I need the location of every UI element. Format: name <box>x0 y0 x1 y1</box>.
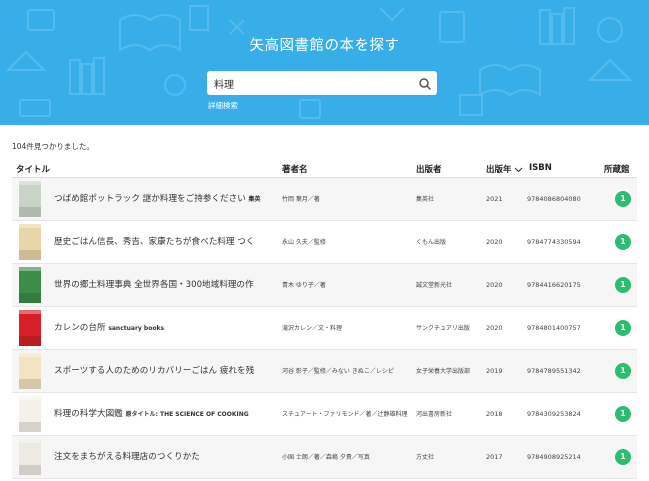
book-isbn: 9784801400757 <box>527 324 581 332</box>
book-cover[interactable] <box>19 396 41 432</box>
book-title[interactable]: 料理の科学大図鑑 原タイトル: THE SCIENCE OF COOKING <box>54 393 282 436</box>
table-row[interactable]: 料理の科学大図鑑 原タイトル: THE SCIENCE OF COOKING スチ… <box>12 393 637 436</box>
holdings-badge[interactable]: 1 <box>615 234 631 250</box>
book-title[interactable]: スポーツする人のためのリカバリーごはん 疲れを残 <box>54 350 282 393</box>
book-publisher: 河出書房新社 <box>416 411 453 418</box>
decorative-book-pattern <box>5 5 633 119</box>
column-header-holdings[interactable]: 所蔵館 <box>604 163 630 175</box>
book-isbn: 9784309253824 <box>527 410 581 418</box>
book-author: 小国 士朗／著／森嶋 夕貴／写真 <box>282 454 370 461</box>
column-header-title[interactable]: タイトル <box>16 163 50 175</box>
column-header-publisher[interactable]: 出版者 <box>416 163 442 175</box>
book-title-main: カレンの台所 <box>54 323 106 333</box>
book-year: 2017 <box>486 453 503 461</box>
book-publisher: 方丈社 <box>416 454 435 461</box>
book-author: 河谷 彰子／監修／みない きぬこ／レシピ <box>282 368 394 375</box>
book-title[interactable]: 注文をまちがえる料理店のつくりかた <box>54 436 282 479</box>
holdings-badge[interactable]: 1 <box>615 191 631 207</box>
column-header-year-label: 出版年 <box>486 165 512 175</box>
book-cover[interactable] <box>19 439 41 475</box>
book-isbn: 9784416620175 <box>527 281 581 289</box>
holdings-badge[interactable]: 1 <box>615 277 631 293</box>
book-subtitle: 集英 <box>248 196 261 203</box>
book-subtitle: 原タイトル: THE SCIENCE OF COOKING <box>125 411 249 418</box>
table-row[interactable]: 注文をまちがえる料理店のつくりかた 小国 士朗／著／森嶋 夕貴／写真 方丈社 201… <box>12 436 637 479</box>
result-count: 104件見つかりました。 <box>12 142 94 151</box>
book-year: 2018 <box>486 410 503 418</box>
book-cover[interactable] <box>19 224 41 260</box>
book-publisher: 女子栄養大学出版部 <box>416 368 471 375</box>
book-title[interactable]: カレンの台所 sanctuary books <box>54 307 282 350</box>
table-row[interactable]: カレンの台所 sanctuary books 滝沢カレン／文・料理 サンクチュアリ出… <box>12 307 637 350</box>
search-box <box>207 71 437 95</box>
table-header: タイトル 著者名 出版者 出版年 ISBN 所蔵館 <box>12 158 637 178</box>
result-rows: つばめ館ポットラック 謎か料理をご持参ください 集英 竹岡 葉月／著 集英社 2021… <box>12 178 637 479</box>
book-title-main: 歴史ごはん信長、秀吉、家康たちが食べた料理 つく <box>54 237 255 247</box>
book-author: スチュアート・ファリモンド／著／辻静雄料理 <box>282 411 408 418</box>
book-isbn: 9784908925214 <box>527 453 581 461</box>
chevron-down-icon <box>514 167 522 172</box>
book-author: 永山 久夫／監修 <box>282 239 326 246</box>
table-row[interactable]: つばめ館ポットラック 謎か料理をご持参ください 集英 竹岡 葉月／著 集英社 2021… <box>12 178 637 221</box>
search-input[interactable] <box>207 71 411 95</box>
book-publisher: くもん出版 <box>416 239 447 246</box>
table-row[interactable]: 世界の郷土料理事典 全世界各国・300地域料理の作 青木 ゆり子／著 誠文堂新光社… <box>12 264 637 307</box>
holdings-badge[interactable]: 1 <box>615 320 631 336</box>
results-table: タイトル 著者名 出版者 出版年 ISBN 所蔵館 つばめ館ポットラック 謎か料… <box>12 158 637 479</box>
book-cover[interactable] <box>19 310 41 346</box>
header-banner: 矢高図書館の本を探す 詳細検索 <box>0 0 649 125</box>
page-title: 矢高図書館の本を探す <box>249 38 400 54</box>
holdings-badge[interactable]: 1 <box>615 363 631 379</box>
book-year: 2021 <box>486 195 503 203</box>
book-title-main: つばめ館ポットラック 謎か料理をご持参ください <box>54 194 246 204</box>
book-publisher: 集英社 <box>416 196 435 203</box>
holdings-badge[interactable]: 1 <box>615 406 631 422</box>
column-header-author[interactable]: 著者名 <box>282 163 308 175</box>
book-title[interactable]: 歴史ごはん信長、秀吉、家康たちが食べた料理 つく <box>54 221 282 264</box>
book-isbn: 9784086804080 <box>527 195 581 203</box>
book-year: 2020 <box>486 281 503 289</box>
holdings-badge[interactable]: 1 <box>615 449 631 465</box>
book-year: 2019 <box>486 367 503 375</box>
search-icon[interactable] <box>418 76 432 91</box>
book-year: 2020 <box>486 324 503 332</box>
book-year: 2020 <box>486 238 503 246</box>
column-header-isbn[interactable]: ISBN <box>529 163 552 173</box>
book-title[interactable]: 世界の郷土料理事典 全世界各国・300地域料理の作 <box>54 264 282 307</box>
book-isbn: 9784774330594 <box>527 238 581 246</box>
book-publisher: サンクチュアリ出版 <box>416 325 470 332</box>
table-row[interactable]: 歴史ごはん信長、秀吉、家康たちが食べた料理 つく 永山 久夫／監修 くもん出版 20… <box>12 221 637 264</box>
book-isbn: 9784789551342 <box>527 367 581 375</box>
book-cover[interactable] <box>19 353 41 389</box>
book-title-main: 料理の科学大図鑑 <box>54 409 123 419</box>
table-row[interactable]: スポーツする人のためのリカバリーごはん 疲れを残 河谷 彰子／監修／みない きぬ… <box>12 350 637 393</box>
book-title-main: 世界の郷土料理事典 全世界各国・300地域料理の作 <box>54 280 254 290</box>
column-header-year[interactable]: 出版年 <box>486 163 523 175</box>
book-author: 竹岡 葉月／著 <box>282 196 320 203</box>
book-title[interactable]: つばめ館ポットラック 謎か料理をご持参ください 集英 <box>54 178 282 221</box>
book-publisher: 誠文堂新光社 <box>416 282 453 289</box>
book-cover[interactable] <box>19 181 41 217</box>
book-cover[interactable] <box>19 267 41 303</box>
book-title-main: 注文をまちがえる料理店のつくりかた <box>54 452 200 462</box>
advanced-search-link[interactable]: 詳細検索 <box>208 100 238 111</box>
book-author: 滝沢カレン／文・料理 <box>282 325 343 332</box>
book-author: 青木 ゆり子／著 <box>282 282 326 289</box>
book-title-main: スポーツする人のためのリカバリーごはん 疲れを残 <box>54 366 255 376</box>
book-subtitle: sanctuary books <box>108 325 165 332</box>
